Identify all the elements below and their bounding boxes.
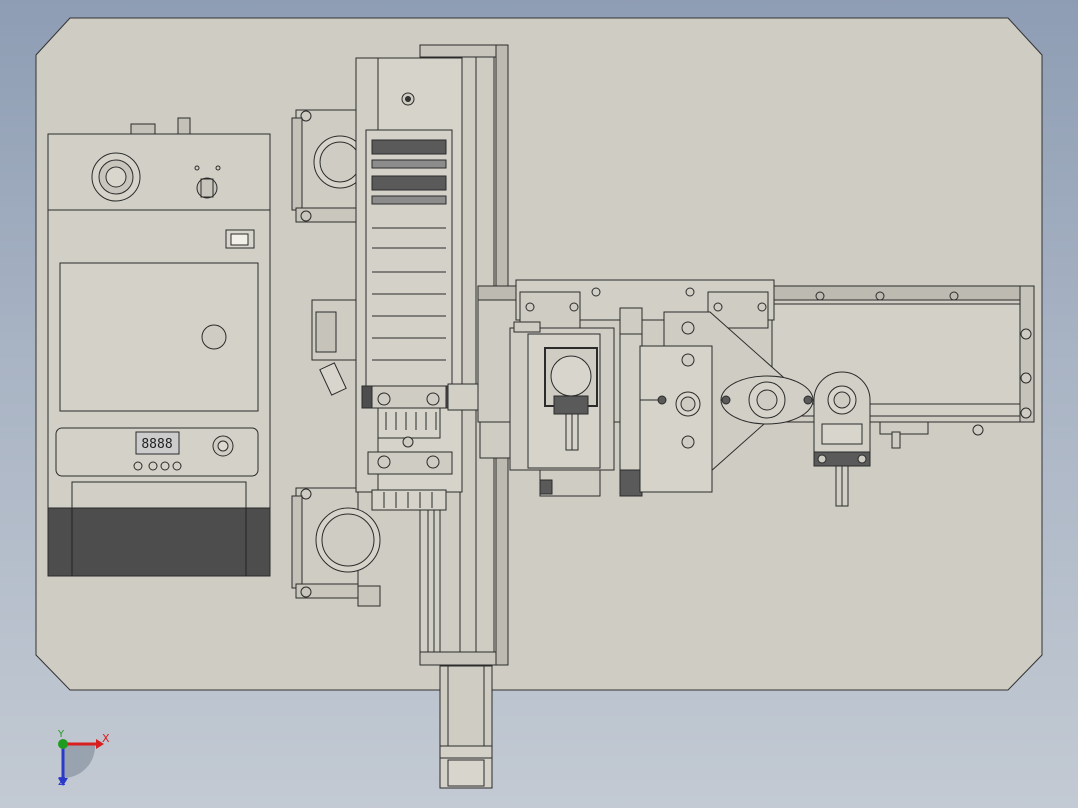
z-motor-bracket [509, 321, 615, 497]
rotary-knob [196, 177, 218, 199]
heatsink-dark [47, 507, 271, 577]
z-slider [619, 307, 643, 497]
triad-x-label: X [102, 732, 110, 745]
y-axis-stepper-motor [439, 665, 493, 789]
cad-assembly-drawing: 8888 [35, 17, 1043, 789]
spindle-flange [720, 375, 814, 425]
cover-panel [59, 262, 259, 412]
cable-drag-chain [355, 57, 463, 511]
pillow-block-top [291, 109, 367, 223]
cad-viewport[interactable]: 8888 X Y Z [0, 0, 1078, 808]
triad-y-label: Y [58, 729, 65, 740]
display-digits: 8888 [141, 437, 172, 452]
triad-z-label: Z [58, 775, 66, 788]
controller-box: 8888 [47, 117, 271, 577]
